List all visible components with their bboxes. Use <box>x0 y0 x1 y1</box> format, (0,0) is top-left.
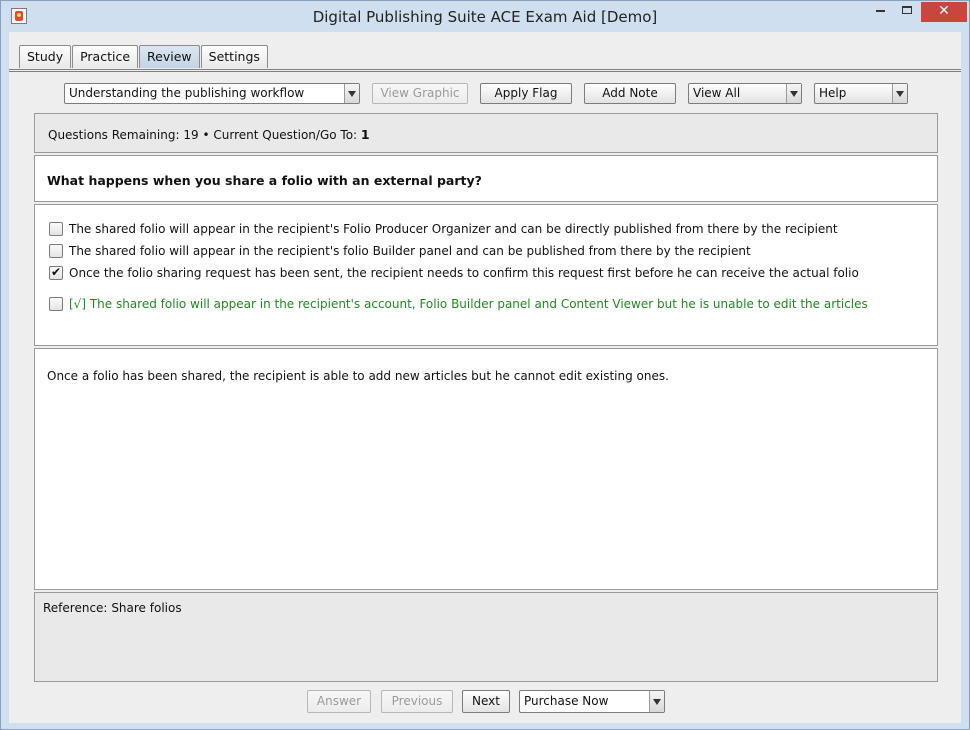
next-button[interactable]: Next <box>462 690 510 713</box>
tab-bar: Study Practice Review Settings <box>19 45 269 70</box>
apply-flag-button[interactable]: Apply Flag <box>480 83 572 104</box>
answer-option[interactable]: The shared folio will appear in the reci… <box>49 222 838 236</box>
view-filter-dropdown[interactable]: View All <box>688 83 802 104</box>
questions-remaining-label: Questions Remaining: <box>48 128 180 142</box>
window-title: Digital Publishing Suite ACE Exam Aid [D… <box>312 8 658 26</box>
current-question-value[interactable]: 1 <box>361 127 370 142</box>
chevron-down-icon[interactable] <box>344 84 359 103</box>
minimize-button[interactable] <box>867 2 893 22</box>
previous-button[interactable]: Previous <box>381 690 453 713</box>
reference-line: Reference: Share folios <box>43 601 182 615</box>
answer-checkbox[interactable] <box>49 297 63 311</box>
maximize-icon <box>902 6 912 14</box>
close-icon: ✕ <box>938 3 950 19</box>
reference-label: Reference: <box>43 601 108 615</box>
help-dropdown-value: Help <box>819 86 847 100</box>
topic-dropdown-value: Understanding the publishing workflow <box>69 86 305 100</box>
tab-practice[interactable]: Practice <box>72 45 139 68</box>
question-text: What happens when you share a folio with… <box>47 173 482 188</box>
answer-button[interactable]: Answer <box>307 690 371 713</box>
tab-review[interactable]: Review <box>139 45 200 68</box>
reference-panel: Reference: Share folios <box>34 592 938 682</box>
answer-text: The shared folio will appear in the reci… <box>69 222 838 236</box>
answers-panel: The shared folio will appear in the reci… <box>34 204 938 346</box>
chevron-down-icon[interactable] <box>649 691 664 712</box>
answer-checkbox[interactable] <box>49 244 63 258</box>
explanation-panel: Once a folio has been shared, the recipi… <box>34 348 938 590</box>
answer-option-correct[interactable]: [√] The shared folio will appear in the … <box>49 297 868 311</box>
questions-remaining-value: 19 <box>183 128 199 142</box>
explanation-text: Once a folio has been shared, the recipi… <box>47 369 669 383</box>
status-panel: Questions Remaining: 19 • Current Questi… <box>34 113 938 153</box>
chevron-down-icon[interactable] <box>892 84 907 103</box>
tab-settings[interactable]: Settings <box>200 45 268 68</box>
view-filter-value: View All <box>693 86 741 100</box>
answer-checkbox-checked[interactable] <box>49 265 63 280</box>
purchase-dropdown[interactable]: Purchase Now <box>519 690 665 713</box>
reference-value: Share folios <box>111 601 182 615</box>
current-question-label: Current Question/Go To: <box>213 128 358 142</box>
main-content: Study Practice Review Settings Understan… <box>9 32 961 723</box>
purchase-dropdown-value: Purchase Now <box>524 694 609 708</box>
correct-answer-text: [√] The shared folio will appear in the … <box>69 297 868 311</box>
tab-study[interactable]: Study <box>19 45 72 68</box>
status-separator: • <box>202 128 210 142</box>
chevron-down-icon[interactable] <box>786 84 801 103</box>
add-note-button[interactable]: Add Note <box>584 83 676 104</box>
topic-dropdown[interactable]: Understanding the publishing workflow <box>64 83 360 104</box>
app-window: Digital Publishing Suite ACE Exam Aid [D… <box>0 0 970 730</box>
status-line: Questions Remaining: 19 • Current Questi… <box>48 127 370 142</box>
minimize-icon <box>875 9 885 12</box>
maximize-button[interactable] <box>895 2 919 22</box>
view-graphic-button[interactable]: View Graphic <box>372 83 468 104</box>
close-button[interactable]: ✕ <box>921 2 967 22</box>
answer-option[interactable]: The shared folio will appear in the reci… <box>49 244 751 258</box>
tab-divider <box>9 69 961 72</box>
help-dropdown[interactable]: Help <box>814 83 908 104</box>
answer-text: Once the folio sharing request has been … <box>69 266 859 280</box>
question-panel: What happens when you share a folio with… <box>34 155 938 202</box>
answer-option[interactable]: Once the folio sharing request has been … <box>49 265 859 280</box>
answer-checkbox[interactable] <box>49 222 63 236</box>
answer-text: The shared folio will appear in the reci… <box>69 244 751 258</box>
title-bar[interactable]: Digital Publishing Suite ACE Exam Aid [D… <box>1 1 969 32</box>
